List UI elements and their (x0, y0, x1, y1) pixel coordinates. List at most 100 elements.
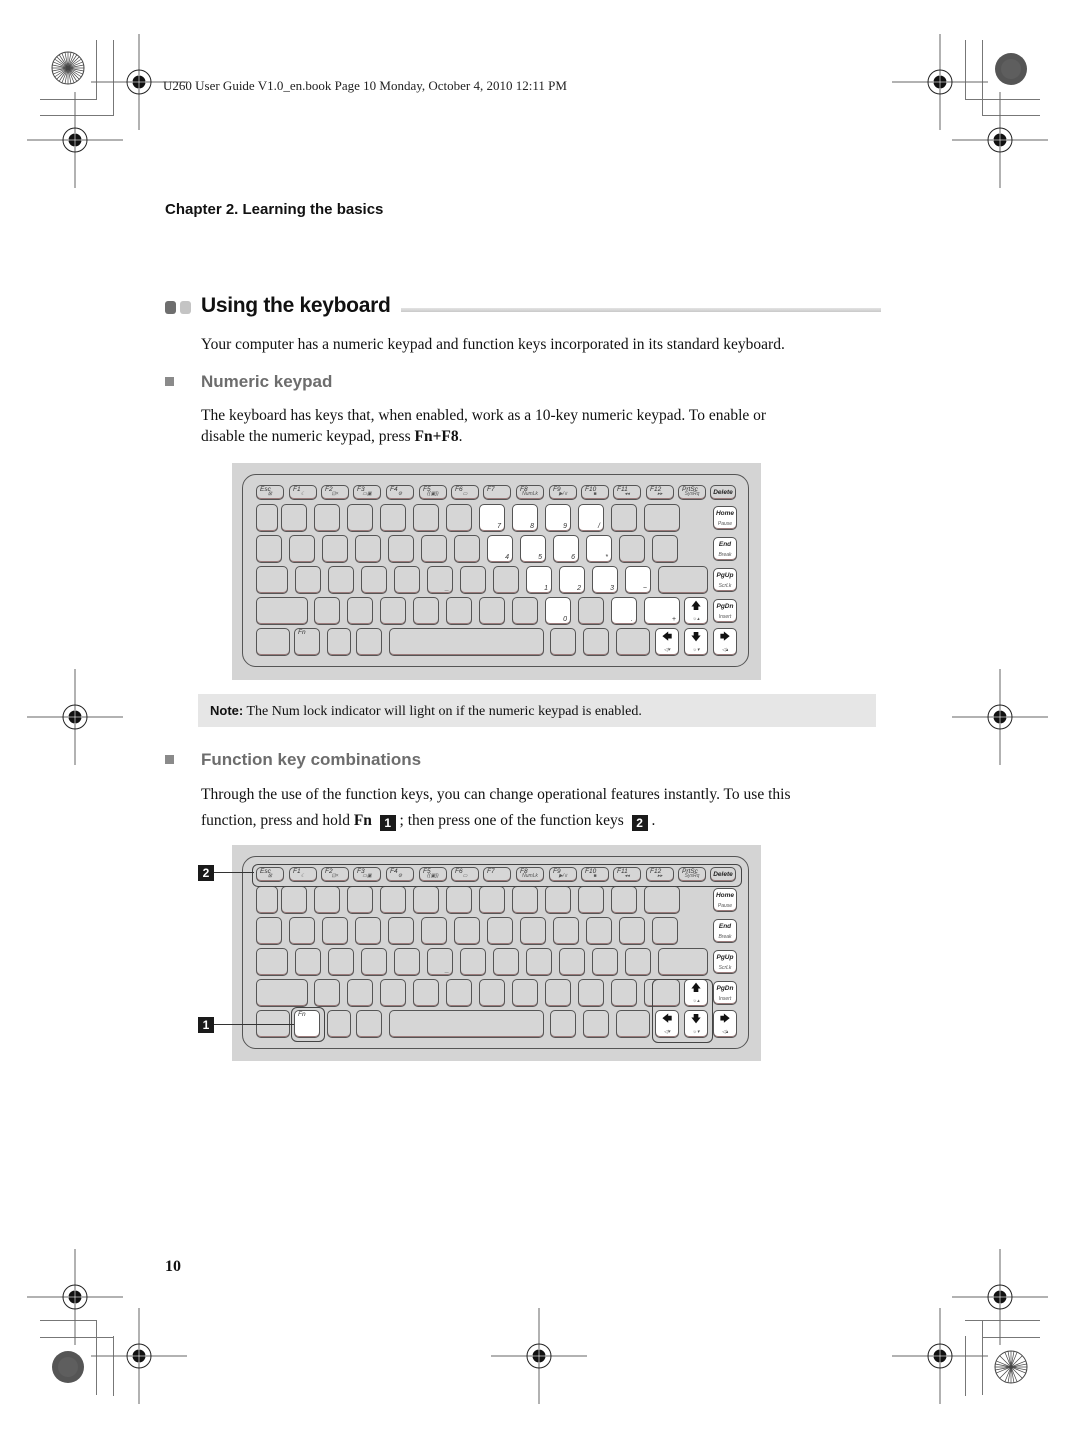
key (578, 979, 604, 1007)
key (281, 886, 307, 914)
key (460, 948, 486, 976)
key (658, 566, 708, 594)
key (550, 1010, 576, 1038)
numpad-label: 8 (530, 523, 534, 530)
key-sublabel: ScrLk (718, 583, 732, 589)
key-label: End (718, 923, 732, 930)
key-sublabel: ((▣)) (427, 491, 439, 497)
registration-target-icon (91, 1308, 187, 1404)
key (256, 535, 282, 563)
fn-key-f4: F4 ⚙ (386, 485, 414, 500)
fn-key-f10: F10 ■ (581, 485, 609, 500)
home-key: Home Pause (713, 506, 737, 530)
key (446, 979, 472, 1007)
fn-key-f7: F7 (483, 485, 511, 500)
key (454, 535, 480, 563)
pgdn-key: PgDn Insert (713, 599, 737, 623)
key (355, 535, 381, 563)
registration-target-icon (491, 1308, 587, 1404)
key (619, 535, 645, 563)
key-sublabel: ⊡× (331, 491, 339, 497)
arrow-right-key: 🡆 ◁▴ (713, 1010, 737, 1038)
key-label: PgDn (716, 985, 734, 992)
fn-key-f8: F8 NumLk (516, 485, 544, 500)
numpad-key-*: * (586, 535, 612, 563)
page-number: 10 (165, 1258, 181, 1275)
key-label: F7 (487, 486, 495, 493)
arrow-icon: 🡇 (690, 632, 702, 643)
delete-key: Delete (710, 485, 736, 500)
spacebar-key (389, 628, 544, 656)
function-keys-heading: Function key combinations (165, 750, 421, 770)
key-sublabel: NumLk (522, 491, 538, 497)
key (256, 886, 278, 914)
note-box: Note: The Num lock indicator will light … (198, 694, 876, 727)
key (658, 948, 708, 976)
numeric-keypad-line2: disable the numeric keypad, press Fn+F8. (201, 426, 766, 447)
key (256, 597, 308, 625)
key (479, 597, 505, 625)
fn-key-f2: F2 ⊡× (321, 485, 349, 500)
key (327, 1010, 351, 1038)
key-sublabel: ◂◂ (624, 491, 630, 497)
arrow-icon: 🡄 (661, 632, 673, 643)
numpad-label: _ (445, 967, 449, 974)
numpad-key-9: 9 (545, 504, 571, 532)
key-sublabel: ▭ (462, 491, 468, 497)
numeric-keypad-line1: The keyboard has keys that, when enabled… (201, 407, 767, 424)
key-sublabel: Pause (717, 903, 733, 909)
key (545, 979, 571, 1007)
key (578, 886, 604, 914)
line2-text: disable the numeric keypad, press (201, 428, 415, 445)
key (413, 504, 439, 532)
key (479, 886, 505, 914)
key (545, 886, 571, 914)
line2-mid-text: ; then press one of the function keys (399, 812, 624, 829)
key (347, 979, 373, 1007)
key (592, 948, 618, 976)
key (281, 504, 307, 532)
key (256, 917, 282, 945)
title-rule (401, 308, 881, 312)
numpad-label: 7 (497, 523, 501, 530)
callout-1-leader (214, 1024, 294, 1025)
numpad-key-/: / (578, 504, 604, 532)
title-bullet-light-icon (180, 301, 191, 314)
fkey-row-highlight (252, 864, 742, 887)
key-label: PgDn (716, 603, 734, 610)
note-text: The Num lock indicator will light on if … (243, 704, 642, 719)
numpad-label: 2 (577, 585, 581, 592)
arrow-left-key: 🡄 ◁▾ (655, 628, 679, 656)
numpad-key-−: − (625, 566, 651, 594)
pgup-key: PgUp ScrLk (713, 950, 737, 974)
numpad-key-0: 0 (545, 597, 571, 625)
key (380, 504, 406, 532)
starburst-mark-top-left (51, 51, 85, 85)
print-header: U260 User Guide V1.0_en.book Page 10 Mon… (163, 78, 567, 93)
gray-disk-mark-bottom-left (52, 1351, 84, 1383)
shortcut-fn-f8: Fn+F8 (414, 428, 459, 445)
registration-target-icon (27, 92, 123, 188)
key (314, 979, 340, 1007)
gray-disk-mark-top-right (995, 53, 1027, 85)
spacebar-key (389, 1010, 544, 1038)
function-keys-heading-text: Function key combinations (201, 750, 422, 769)
title-bullet-dark-icon (165, 301, 176, 314)
key (356, 1010, 382, 1038)
key-sublabel: ☼▴ (692, 616, 700, 622)
key-sublabel: ☼▾ (692, 647, 700, 653)
key (553, 917, 579, 945)
numpad-label: 1 (544, 585, 548, 592)
intro-paragraph: Your computer has a numeric keypad and f… (201, 336, 785, 353)
key (625, 948, 651, 976)
numpad-key-5: 5 (520, 535, 546, 563)
key (380, 886, 406, 914)
numpad-key-dot: . (611, 597, 637, 625)
key (644, 504, 680, 532)
key (380, 597, 406, 625)
registration-target-icon (952, 92, 1048, 188)
key (446, 886, 472, 914)
key (256, 504, 278, 532)
square-bullet-icon (165, 377, 174, 386)
key-sublabel: Insert (718, 996, 732, 1002)
